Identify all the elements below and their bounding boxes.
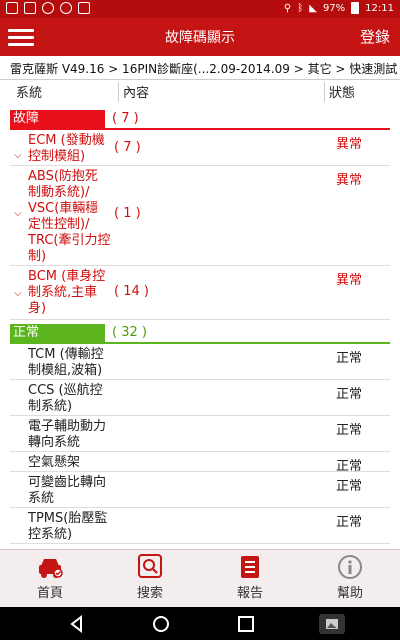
nav-search-label: 搜索 — [136, 586, 163, 601]
app-icon — [24, 2, 36, 14]
status-badge: 異常 — [336, 173, 363, 188]
bluetooth-icon: ᛒ — [297, 2, 304, 14]
app-bar: 故障碼顯示 登錄 — [0, 18, 400, 56]
system-name: BCM (車身控 制系統,主車 身) — [28, 269, 106, 316]
normal-group-label: 正常 — [10, 324, 105, 342]
status-badge: 正常 — [336, 515, 363, 530]
screenshot-icon[interactable] — [318, 613, 346, 635]
status-badge: 異常 — [336, 273, 363, 288]
nav-help-label: 幫助 — [336, 586, 363, 601]
system-nav-bar — [0, 607, 400, 640]
list-item-eps[interactable]: 電子輔助動力 轉向系統 正常 — [10, 416, 390, 452]
recents-icon[interactable] — [235, 613, 257, 635]
chevron-down-icon[interactable]: ⌵ — [14, 150, 22, 161]
list-item-abs[interactable]: ABS(防抱死 制動系統)/ VSC(車輛穩 定性控制)/ TRC(牽引力控 制… — [10, 166, 390, 266]
status-bar: ⚲ ᛒ ◣ 97% 12:11 — [0, 0, 400, 18]
home-icon[interactable] — [150, 613, 172, 635]
fault-group-count: ( 7 ) — [112, 111, 139, 126]
nav-home-label: 首頁 — [36, 586, 63, 601]
mail-icon — [78, 2, 90, 14]
column-system: 系統 — [16, 86, 43, 101]
breadcrumb: 雷克薩斯 V49.16 > 16PIN診斷座(...2.09-2014.09 >… — [0, 56, 400, 80]
nav-home[interactable]: 首頁 — [10, 554, 90, 604]
list-item-ccs[interactable]: CCS (巡航控 制系統) 正常 — [10, 380, 390, 416]
column-content: 內容 — [118, 82, 149, 102]
battery-level: 97% — [322, 2, 346, 14]
bottom-nav: 首頁 搜索 報告 幫助 — [0, 549, 400, 607]
status-badge: 異常 — [336, 137, 363, 152]
signal-icon: ◣ — [309, 2, 317, 14]
fault-count: ( 7 ) — [114, 140, 141, 155]
search-icon — [138, 554, 162, 578]
system-name: TPMS(胎壓監 控系統) — [28, 511, 108, 542]
location-icon: ⚲ — [283, 2, 292, 14]
nav-search[interactable]: 搜索 — [110, 554, 190, 604]
normal-group-header[interactable]: 正常 ( 32 ) — [0, 322, 400, 344]
status-badge: 正常 — [336, 423, 363, 438]
car-icon — [39, 559, 63, 578]
report-icon — [241, 556, 259, 578]
fault-list[interactable]: 故障 ( 7 ) ECM (發動機 控制模組) ⌵ ( 7 ) 異常 ABS(防… — [0, 106, 400, 549]
info-icon — [338, 555, 362, 579]
system-name: ABS(防抱死 制動系統)/ VSC(車輛穩 定性控制)/ TRC(牽引力控 制… — [28, 169, 111, 264]
system-name: 可變齒比轉向 系統 — [28, 475, 107, 506]
status-badge: 正常 — [336, 479, 363, 494]
normal-group-count: ( 32 ) — [112, 325, 147, 340]
list-item-air-suspension[interactable]: 空氣懸架 正常 — [10, 452, 390, 474]
system-name: 電子輔助動力 轉向系統 — [28, 419, 107, 450]
system-name: 空氣懸架 — [28, 455, 81, 470]
system-name: CCS (巡航控 制系統) — [28, 383, 103, 414]
list-item-ecm[interactable]: ECM (發動機 控制模組) ⌵ ( 7 ) 異常 — [10, 130, 390, 166]
list-item-bcm[interactable]: BCM (車身控 制系統,主車 身) ⌵ ( 14 ) 異常 — [10, 266, 390, 320]
status-badge: 正常 — [336, 351, 363, 366]
chevron-down-icon[interactable]: ⌵ — [14, 288, 22, 299]
back-icon[interactable] — [66, 613, 88, 635]
sync-icon — [42, 2, 54, 14]
page-title: 故障碼顯示 — [165, 30, 235, 46]
nav-report[interactable]: 報告 — [210, 554, 290, 604]
fault-count: ( 1 ) — [114, 206, 141, 221]
list-item-tpms[interactable]: TPMS(胎壓監 控系統) 正常 — [10, 508, 390, 544]
status-badge: 正常 — [336, 387, 363, 402]
image-icon — [6, 2, 18, 14]
login-button[interactable]: 登錄 — [360, 26, 390, 47]
list-item-tcm[interactable]: TCM (傳輸控 制模組,波箱) 正常 — [10, 344, 390, 380]
battery-icon — [351, 2, 360, 14]
nav-report-label: 報告 — [236, 586, 263, 601]
column-status: 狀態 — [324, 82, 355, 102]
system-name: TCM (傳輸控 制模組,波箱) — [28, 347, 104, 378]
fault-group-header[interactable]: 故障 ( 7 ) — [0, 108, 400, 130]
fault-count: ( 14 ) — [114, 284, 149, 299]
nav-help[interactable]: 幫助 — [310, 554, 390, 604]
wifi-icon — [60, 2, 72, 14]
column-header: 系統 內容 狀態 — [0, 80, 400, 104]
clock: 12:11 — [365, 2, 394, 14]
fault-group-label: 故障 — [10, 110, 105, 128]
system-name: ECM (發動機 控制模組) — [28, 133, 105, 164]
list-item-vgrs[interactable]: 可變齒比轉向 系統 正常 — [10, 472, 390, 508]
chevron-down-icon[interactable]: ⌵ — [14, 208, 22, 219]
